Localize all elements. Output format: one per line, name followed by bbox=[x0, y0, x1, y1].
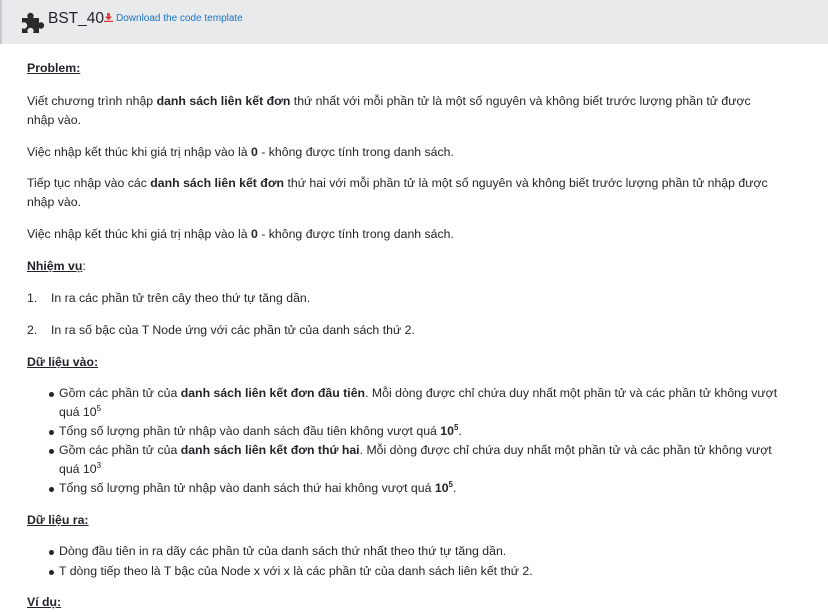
problem-heading: Problem: bbox=[27, 61, 81, 75]
bullet bbox=[49, 392, 54, 397]
input-item-4: Tổng số lượng phần tử nhập vào danh sách… bbox=[59, 479, 457, 495]
bullet bbox=[49, 570, 54, 575]
bullet bbox=[49, 550, 54, 555]
task-number: 1. bbox=[27, 291, 38, 305]
output-heading: Dữ liệu ra: bbox=[27, 513, 89, 527]
problem-paragraph-3-cont: nhập vào. bbox=[27, 195, 82, 209]
puzzle-icon bbox=[22, 12, 45, 33]
problem-paragraph-3: Tiếp tục nhập vào các danh sách liên kết… bbox=[27, 176, 768, 190]
bullet bbox=[49, 449, 54, 454]
problem-paragraph-4: Việc nhập kết thúc khi giá trị nhập vào … bbox=[27, 227, 454, 241]
output-item-1: Dòng đầu tiên in ra dãy các phần tử của … bbox=[59, 544, 507, 558]
input-item-1-cont: quá 105 bbox=[59, 403, 102, 419]
download-template-link[interactable]: Download the code template bbox=[104, 13, 243, 24]
example-heading: Ví dụ: bbox=[27, 595, 62, 609]
download-label: Download the code template bbox=[116, 13, 243, 24]
header-bar: BST_40 Download the code template bbox=[0, 0, 828, 44]
bullet bbox=[49, 487, 54, 492]
input-item-3: Gồm các phần tử của danh sách liên kết đ… bbox=[59, 443, 772, 457]
input-item-3-cont: quá 103 bbox=[59, 460, 102, 476]
input-heading: Dữ liệu vào: bbox=[27, 355, 99, 369]
download-icon bbox=[104, 13, 113, 22]
input-item-1: Gồm các phần tử của danh sách liên kết đ… bbox=[59, 386, 778, 400]
problem-paragraph-1: Viết chương trình nhập danh sách liên kế… bbox=[27, 94, 751, 108]
input-item-2: Tổng số lượng phần tử nhập vào danh sách… bbox=[59, 422, 462, 438]
task-item-1: In ra các phần tử trên cây theo thứ tự t… bbox=[51, 291, 311, 305]
problem-paragraph-1-cont: nhập vào. bbox=[27, 113, 82, 127]
task-number: 2. bbox=[27, 323, 38, 337]
output-item-2: T dòng tiếp theo là T bậc của Node x với… bbox=[59, 564, 533, 578]
task-item-2: In ra số bậc của T Node ứng với các phần… bbox=[51, 323, 415, 337]
bullet bbox=[49, 430, 54, 435]
problem-paragraph-2: Việc nhập kết thúc khi giá trị nhập vào … bbox=[27, 145, 454, 159]
page-title: BST_40 bbox=[48, 10, 105, 27]
tasks-heading: Nhiệm vụ: bbox=[27, 259, 86, 273]
